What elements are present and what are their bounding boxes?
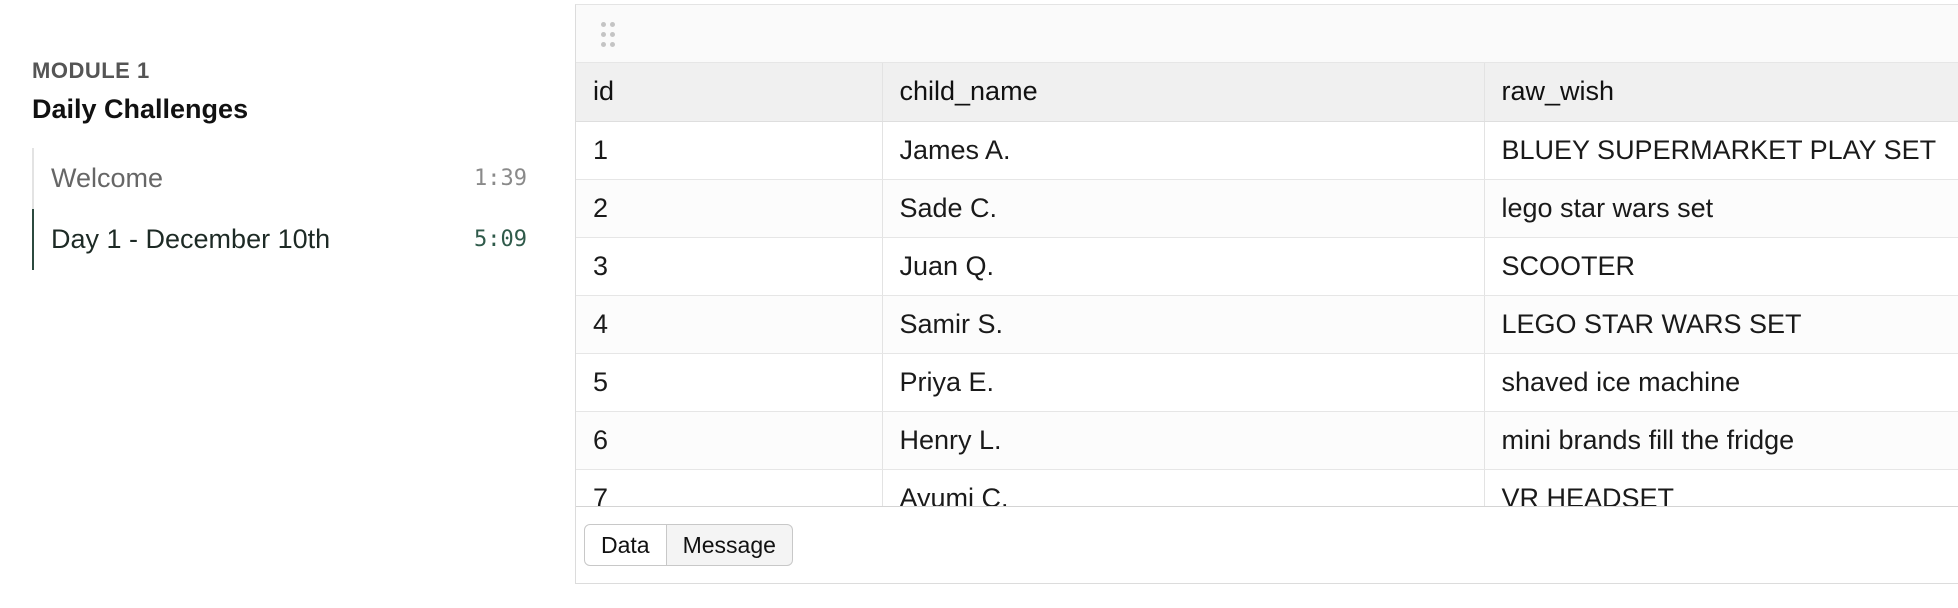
cell-child-name[interactable]: Henry L.: [882, 411, 1485, 470]
tab-message[interactable]: Message: [666, 524, 793, 566]
cell-child-name[interactable]: Ayumi C.: [882, 469, 1485, 506]
results-table-scroll[interactable]: id child_name raw_wish 1 James A. BLUEY …: [576, 63, 1958, 507]
results-panel: id child_name raw_wish 1 James A. BLUEY …: [575, 4, 1958, 584]
cell-id[interactable]: 2: [576, 179, 883, 238]
table-row: 3 Juan Q. SCOOTER: [576, 237, 1958, 296]
table-row: 6 Henry L. mini brands fill the fridge: [576, 411, 1958, 470]
module-label: MODULE 1: [32, 58, 150, 83]
cell-raw-wish[interactable]: VR HEADSET: [1484, 469, 1958, 506]
lesson-item-welcome[interactable]: Welcome 1:39: [32, 148, 532, 209]
table-row: 2 Sade C. lego star wars set: [576, 179, 1958, 238]
cell-child-name[interactable]: Priya E.: [882, 353, 1485, 412]
cell-raw-wish[interactable]: lego star wars set: [1484, 179, 1958, 238]
course-sidebar: MODULE 1 Daily Challenges Welcome 1:39 D…: [0, 0, 575, 608]
drag-handle-icon[interactable]: [601, 22, 617, 48]
table-row: 5 Priya E. shaved ice machine: [576, 353, 1958, 412]
column-header-child-name[interactable]: child_name: [882, 63, 1485, 122]
table-row: 7 Ayumi C. VR HEADSET: [576, 469, 1958, 506]
column-header-id[interactable]: id: [576, 63, 883, 122]
table-row: 1 James A. BLUEY SUPERMARKET PLAY SET: [576, 121, 1958, 180]
cell-raw-wish[interactable]: SCOOTER: [1484, 237, 1958, 296]
cell-id[interactable]: 1: [576, 121, 883, 180]
column-header-raw-wish[interactable]: raw_wish: [1484, 63, 1958, 122]
table-row: 4 Samir S. LEGO STAR WARS SET: [576, 295, 1958, 354]
lesson-duration: 5:09: [474, 227, 527, 252]
cell-raw-wish[interactable]: mini brands fill the fridge: [1484, 411, 1958, 470]
results-table: id child_name raw_wish 1 James A. BLUEY …: [576, 63, 1958, 506]
table-header-row: id child_name raw_wish: [576, 63, 1958, 122]
cell-id[interactable]: 4: [576, 295, 883, 354]
cell-child-name[interactable]: Juan Q.: [882, 237, 1485, 296]
panel-toolbar: [576, 5, 1958, 63]
cell-child-name[interactable]: Sade C.: [882, 179, 1485, 238]
tab-data[interactable]: Data: [584, 524, 667, 566]
cell-id[interactable]: 6: [576, 411, 883, 470]
lesson-title: Day 1 - December 10th: [51, 224, 331, 254]
module-title: Daily Challenges: [32, 94, 249, 124]
result-tabs: Data Message: [584, 524, 793, 566]
cell-raw-wish[interactable]: LEGO STAR WARS SET: [1484, 295, 1958, 354]
cell-child-name[interactable]: Samir S.: [882, 295, 1485, 354]
lesson-title: Welcome: [51, 163, 164, 193]
cell-raw-wish[interactable]: BLUEY SUPERMARKET PLAY SET: [1484, 121, 1958, 180]
lesson-list: Welcome 1:39 Day 1 - December 10th 5:09: [32, 148, 532, 270]
cell-id[interactable]: 7: [576, 469, 883, 506]
lesson-duration: 1:39: [474, 166, 527, 191]
cell-child-name[interactable]: James A.: [882, 121, 1485, 180]
cell-id[interactable]: 5: [576, 353, 883, 412]
cell-id[interactable]: 3: [576, 237, 883, 296]
cell-raw-wish[interactable]: shaved ice machine: [1484, 353, 1958, 412]
lesson-item-day-1[interactable]: Day 1 - December 10th 5:09: [32, 209, 532, 270]
